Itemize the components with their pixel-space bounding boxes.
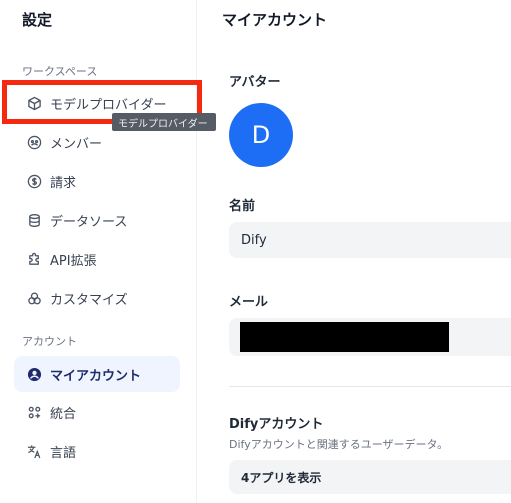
sidebar-item-label: API拡張 <box>50 253 97 269</box>
sidebar-item-integrations[interactable]: 統合 <box>14 394 180 430</box>
sidebar-item-data-source[interactable]: データソース <box>14 202 180 238</box>
sidebar-item-language[interactable]: 言語 <box>14 433 180 469</box>
database-icon <box>26 212 42 228</box>
sidebar-item-label: カスタマイズ <box>50 292 128 308</box>
view-apps-button[interactable]: 4アプリを表示 <box>229 460 511 494</box>
puzzle-icon <box>26 251 42 267</box>
name-field[interactable]: Dify <box>229 222 511 258</box>
sidebar-item-label: 言語 <box>50 445 77 461</box>
integrations-icon <box>26 404 42 420</box>
avatar-label: アバター <box>229 75 281 90</box>
sidebar-item-label: メンバー <box>50 136 103 152</box>
user-icon <box>26 366 42 382</box>
sidebar-item-label: 統合 <box>50 406 77 422</box>
sidebar-item-label: モデルプロバイダー <box>50 97 167 113</box>
name-value: Dify <box>241 232 267 248</box>
tooltip: モデルプロバイダー <box>112 113 216 131</box>
main-content: マイアカウント アバター D 名前 Dify メール Difyアカウント Dif… <box>198 0 511 503</box>
avatar-initial: D <box>251 121 271 149</box>
dify-account-description: Difyアカウントと関連するユーザーデータ。 <box>229 438 449 451</box>
avatar[interactable]: D <box>229 103 293 167</box>
sidebar-item-api-extension[interactable]: API拡張 <box>14 241 180 277</box>
page-title: マイアカウント <box>222 11 328 29</box>
section-label-account: アカウント <box>22 335 77 348</box>
section-label-workspace: ワークスペース <box>22 65 98 78</box>
sidebar-item-label: 請求 <box>50 175 77 191</box>
sidebar-title: 設定 <box>22 11 53 29</box>
sidebar-item-my-account[interactable]: マイアカウント <box>14 356 180 392</box>
settings-window: 設定 ワークスペース モデルプロバイダー メンバー 請求 データソース API拡… <box>0 0 511 503</box>
sidebar-item-label: マイアカウント <box>50 368 142 384</box>
sidebar: 設定 ワークスペース モデルプロバイダー メンバー 請求 データソース API拡… <box>0 0 197 503</box>
divider <box>229 386 511 387</box>
customize-icon <box>26 290 42 306</box>
cube-icon <box>26 95 42 111</box>
email-label: メール <box>229 295 269 310</box>
members-icon <box>26 134 42 150</box>
view-apps-label: 4アプリを表示 <box>241 470 322 485</box>
dify-account-title: Difyアカウント <box>229 417 324 432</box>
email-redaction <box>240 322 449 352</box>
name-label: 名前 <box>229 199 256 214</box>
language-icon <box>26 443 42 459</box>
sidebar-item-label: データソース <box>50 214 128 230</box>
sidebar-item-customize[interactable]: カスタマイズ <box>14 280 180 316</box>
sidebar-item-billing[interactable]: 請求 <box>14 163 180 199</box>
billing-icon <box>26 173 42 189</box>
